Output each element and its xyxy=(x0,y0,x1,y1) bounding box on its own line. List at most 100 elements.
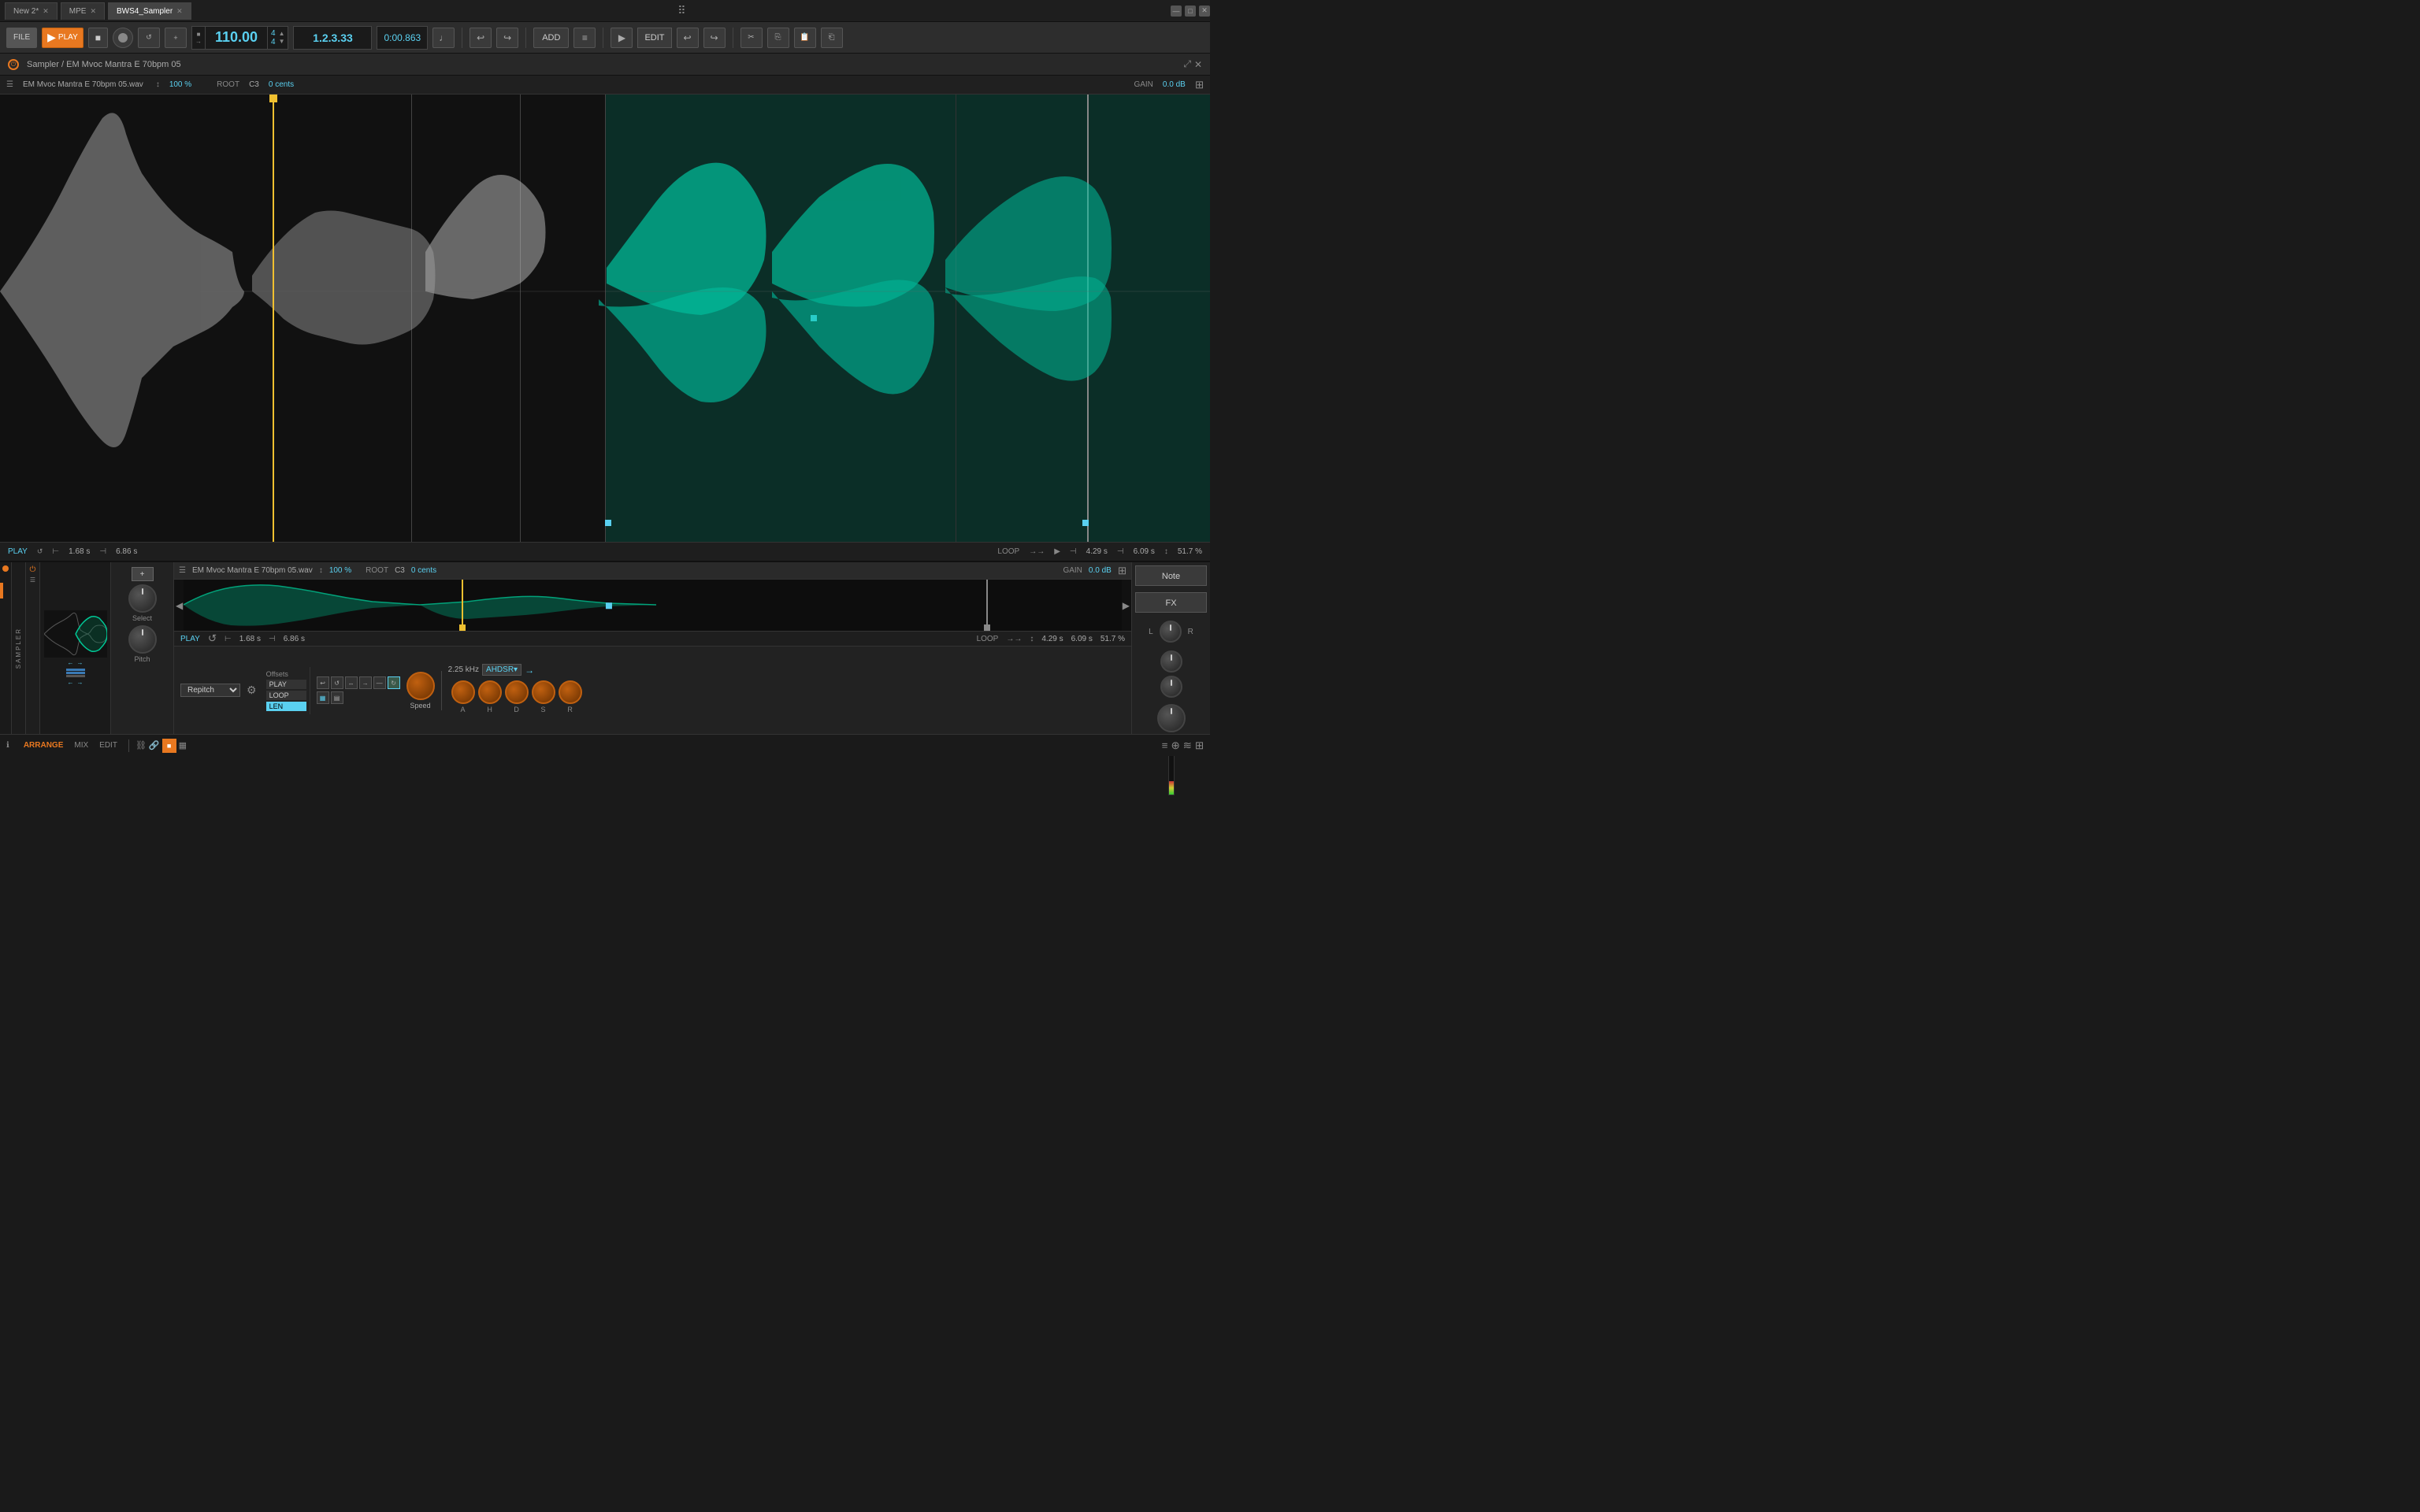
loop-end-handle[interactable] xyxy=(1082,520,1089,526)
settings-gear-icon[interactable]: ⚙ xyxy=(247,684,257,697)
maximize-button[interactable]: □ xyxy=(1185,6,1196,17)
loop-mode-btn[interactable]: LOOP xyxy=(266,691,306,700)
status-lock-button[interactable]: 🔗 xyxy=(149,739,160,753)
record-button[interactable] xyxy=(113,28,133,48)
waveform-play-mode-button[interactable]: ↺ xyxy=(37,547,43,556)
status-orange-button[interactable]: ■ xyxy=(162,739,176,753)
env-r-knob[interactable] xyxy=(559,680,582,704)
loop-fwd-button[interactable]: ↩ xyxy=(317,676,329,689)
env-s-knob[interactable] xyxy=(532,680,555,704)
close-sampler-button[interactable]: ✕ xyxy=(1194,58,1202,70)
env-d-knob[interactable] xyxy=(505,680,529,704)
edit-button[interactable]: EDIT xyxy=(637,28,671,48)
sampler-power-button[interactable]: ⏻ xyxy=(8,59,19,70)
play-head-button[interactable]: ▶ xyxy=(611,28,633,48)
waveform-settings-button[interactable]: ⊞ xyxy=(1195,79,1204,91)
fx-button[interactable]: FX xyxy=(1135,592,1207,613)
unknown-knob-1[interactable] xyxy=(1160,650,1182,673)
end-marker[interactable] xyxy=(1087,94,1089,542)
browser-toggle[interactable]: ≡ xyxy=(1162,739,1168,751)
time-display[interactable]: 0:00.863 xyxy=(377,26,428,50)
mini-power-button[interactable]: ⏻ xyxy=(30,565,36,574)
tab-bws4-close[interactable]: ✕ xyxy=(176,7,183,16)
status-link-button[interactable]: ⛓ xyxy=(135,739,147,753)
duplicate-button[interactable]: ⎗ xyxy=(821,28,843,48)
out-knob[interactable] xyxy=(1157,704,1186,732)
bottom-start-marker[interactable] xyxy=(462,580,463,631)
loop-play-icon: ▶ xyxy=(1054,547,1060,556)
mini-settings-button[interactable]: ☰ xyxy=(30,576,35,584)
start-marker[interactable] xyxy=(273,94,274,542)
minimize-button[interactable]: — xyxy=(1171,6,1182,17)
env-h-knob[interactable] xyxy=(478,680,502,704)
transport-arrows[interactable]: ▲ ▼ xyxy=(279,30,285,45)
close-button[interactable]: ✕ xyxy=(1199,6,1210,17)
time-sig-display[interactable]: 4 4 xyxy=(271,29,276,46)
edit-tab[interactable]: EDIT xyxy=(95,739,122,751)
env-a-knob[interactable] xyxy=(451,680,475,704)
mixer-toggle[interactable]: ≋ xyxy=(1183,739,1192,752)
pitch-label: Pitch xyxy=(134,655,150,663)
ahdsr-label-btn[interactable]: AHDSR▾ xyxy=(482,664,521,676)
arrange-tab[interactable]: ARRANGE xyxy=(19,739,69,751)
select-knob[interactable] xyxy=(128,584,157,613)
lr-balance-knob[interactable] xyxy=(1160,621,1182,643)
stop-button[interactable]: ■ xyxy=(88,28,108,48)
bpm-display[interactable]: 110.00 xyxy=(205,26,268,50)
waveform-scroll-left[interactable]: ◀ xyxy=(176,600,183,611)
bottom-end-marker[interactable] xyxy=(986,580,988,631)
add-button[interactable]: ADD xyxy=(533,28,569,48)
ahdsr-chain-btn[interactable]: → xyxy=(525,665,534,676)
redo-button[interactable]: ↪ xyxy=(496,28,518,48)
loop-handle[interactable] xyxy=(811,315,817,321)
loop-mode-2[interactable]: ▤ xyxy=(331,691,343,704)
status-grid-button[interactable]: ▦ xyxy=(179,739,187,753)
tab-mpe-close[interactable]: ✕ xyxy=(90,7,96,16)
loop-ping-button[interactable]: ↔ xyxy=(345,676,358,689)
bottom-end-handle[interactable] xyxy=(984,624,990,631)
tab-new2-close[interactable]: ✕ xyxy=(43,7,49,16)
speed-knob[interactable] xyxy=(406,672,435,700)
waveform-scroll-right[interactable]: ▶ xyxy=(1123,600,1130,611)
loop-end-icon: ⊣ xyxy=(1117,547,1124,556)
tab-bws4[interactable]: BWS4_Sampler ✕ xyxy=(108,2,191,20)
pitch-knob[interactable] xyxy=(128,625,157,654)
loop-button[interactable]: ↺ xyxy=(138,28,160,48)
copy-button[interactable]: ⎘ xyxy=(767,28,789,48)
loop-once-button[interactable]: → xyxy=(359,676,372,689)
device-toggle[interactable]: ⊕ xyxy=(1171,739,1179,752)
unknown-knob-2[interactable] xyxy=(1160,676,1182,698)
browser-button[interactable]: ≡ xyxy=(573,28,596,48)
undock-button[interactable]: ⤢ xyxy=(1183,58,1191,70)
play-button[interactable]: ▶ PLAY xyxy=(42,28,84,48)
paste-button[interactable]: 📋 xyxy=(794,28,816,48)
punch-button[interactable]: + xyxy=(165,28,187,48)
start-marker-handle[interactable] xyxy=(269,94,277,102)
repitch-select[interactable]: Repitch Stretch Resample xyxy=(180,684,240,697)
len-mode-btn[interactable]: LEN xyxy=(266,702,306,711)
inspector-toggle[interactable]: ⊞ xyxy=(1195,739,1204,752)
forward-button[interactable]: ↪ xyxy=(703,28,726,48)
position-display[interactable]: 1.2.3.33 xyxy=(293,26,372,50)
note-button[interactable]: Note xyxy=(1135,565,1207,586)
loop-snap-button[interactable]: ▦ xyxy=(317,691,329,704)
cut-button[interactable]: ✂ xyxy=(740,28,763,48)
mix-tab[interactable]: MIX xyxy=(69,739,93,751)
tab-new2[interactable]: New 2* ✕ xyxy=(5,2,58,20)
metronome-toggle[interactable]: ■ → xyxy=(195,31,202,45)
channel-indicator[interactable] xyxy=(2,565,9,572)
loop-start-handle[interactable] xyxy=(605,520,611,526)
add-layer-button[interactable]: + xyxy=(132,567,154,581)
play-mode-btn[interactable]: PLAY xyxy=(266,680,306,689)
bottom-play-mode[interactable]: ↺ xyxy=(208,632,217,645)
loop-back-button[interactable]: ↺ xyxy=(331,676,343,689)
bottom-waveform-settings[interactable]: ⊞ xyxy=(1118,565,1126,577)
loop-on-button[interactable]: ↻ xyxy=(388,676,400,689)
tab-mpe[interactable]: MPE ✕ xyxy=(61,2,105,20)
bottom-start-handle[interactable] xyxy=(459,624,466,631)
undo-button[interactable]: ↩ xyxy=(470,28,492,48)
back-button[interactable]: ↩ xyxy=(677,28,699,48)
metronome-button[interactable]: ♩ xyxy=(432,28,455,48)
file-button[interactable]: FILE xyxy=(6,28,37,48)
loop-off-button[interactable]: — xyxy=(373,676,386,689)
